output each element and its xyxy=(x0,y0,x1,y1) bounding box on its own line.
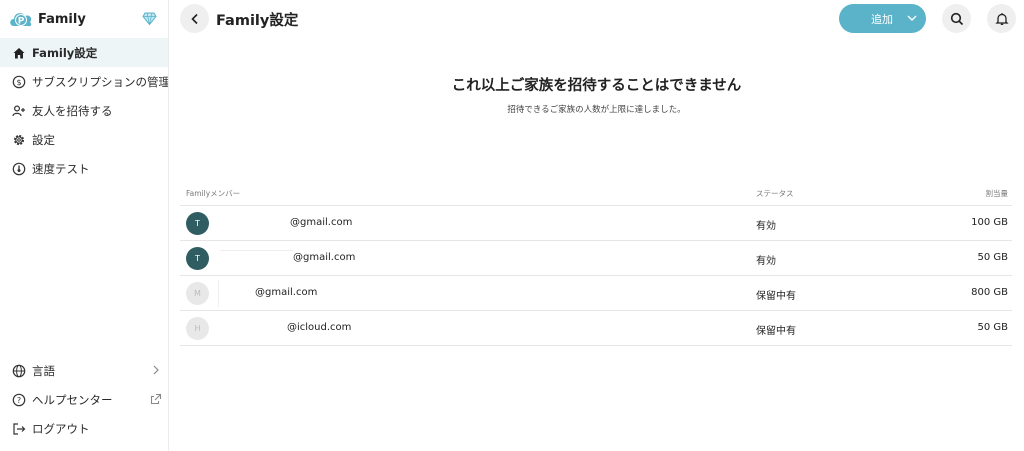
sidebar-item-settings[interactable]: 設定 xyxy=(0,125,168,154)
sidebar-item-label: 友人を招待する xyxy=(32,103,113,118)
avatar: T xyxy=(186,212,209,235)
member-quota: 100 GB xyxy=(971,217,1008,228)
sidebar-item-label: 言語 xyxy=(32,363,55,378)
logo-letter: P xyxy=(18,17,25,27)
avatar: T xyxy=(186,247,209,270)
sidebar-item-label: ヘルプセンター xyxy=(32,392,113,407)
svg-text:?: ? xyxy=(17,396,21,405)
back-button[interactable] xyxy=(180,4,209,33)
page-title: Family設定 xyxy=(216,13,299,29)
column-header-quota: 割当量 xyxy=(985,189,1009,198)
limit-reached-subtitle: 招待できるご家族の人数が上限に達しました。 xyxy=(507,105,686,115)
chevron-left-icon xyxy=(190,13,198,24)
sidebar-item-family-settings[interactable]: Family設定 xyxy=(0,38,168,67)
external-link-icon xyxy=(150,393,162,405)
sidebar-item-language[interactable]: 言語 xyxy=(0,356,168,385)
member-status: 保留中有 xyxy=(756,326,796,337)
globe-icon xyxy=(12,364,26,377)
sidebar-item-help-center[interactable]: ? ヘルプセンター xyxy=(0,385,168,414)
family-members-table: Familyメンバー ステータス 割当量 T @gmail.com 有効 100… xyxy=(180,180,1012,346)
avatar: M xyxy=(186,282,209,305)
sidebar-item-speed-test[interactable]: 速度テスト xyxy=(0,154,168,183)
brand-name: Family xyxy=(38,11,86,27)
bell-icon xyxy=(994,12,1009,25)
member-quota: 800 GB xyxy=(971,287,1008,298)
member-status: 有効 xyxy=(756,221,776,232)
sidebar: P Family Family設定 $ サブスクリプションの管理 友人を招待する… xyxy=(0,0,169,451)
member-quota: 50 GB xyxy=(977,252,1008,263)
sidebar-item-subscription[interactable]: $ サブスクリプションの管理 xyxy=(0,67,168,96)
member-email: @gmail.com xyxy=(290,217,353,228)
redaction-mark xyxy=(220,250,292,251)
limit-reached-title: これ以上ご家族を招待することはできません xyxy=(451,78,742,94)
external-link-icon xyxy=(160,77,168,86)
gear-icon xyxy=(13,134,25,145)
column-header-member: Familyメンバー xyxy=(186,189,241,198)
avatar: H xyxy=(186,317,209,340)
table-row[interactable]: M @gmail.com 保留中有 800 GB xyxy=(180,276,1012,311)
member-email: @gmail.com xyxy=(255,287,318,298)
add-button[interactable]: 追加 xyxy=(839,4,926,33)
member-status: 保留中有 xyxy=(756,291,796,302)
table-row[interactable]: H @icloud.com 保留中有 50 GB xyxy=(180,311,1012,346)
sidebar-item-label: 速度テスト xyxy=(32,161,90,176)
search-icon xyxy=(950,12,963,25)
chevron-right-icon xyxy=(153,365,159,375)
sidebar-item-label: サブスクリプションの管理 xyxy=(32,74,168,89)
column-header-status: ステータス xyxy=(756,189,794,198)
member-quota: 50 GB xyxy=(977,322,1008,333)
table-row[interactable]: T @gmail.com 有効 100 GB xyxy=(180,206,1012,241)
chevron-down-icon xyxy=(907,15,917,21)
sidebar-item-invite-friends[interactable]: 友人を招待する xyxy=(0,96,168,125)
table-header: Familyメンバー ステータス 割当量 xyxy=(180,180,1012,206)
logout-icon xyxy=(13,422,26,435)
sidebar-item-logout[interactable]: ログアウト xyxy=(0,414,168,443)
brand[interactable]: P Family xyxy=(8,8,86,30)
home-icon xyxy=(13,47,25,58)
add-person-icon xyxy=(12,104,25,116)
table-row[interactable]: T @gmail.com 有効 50 GB xyxy=(180,241,1012,276)
sidebar-bottom-nav: 言語 ? ヘルプセンター ログアウト xyxy=(0,356,168,443)
member-status: 有効 xyxy=(756,256,776,267)
header: Family設定 追加 xyxy=(169,0,1024,38)
dollar-icon: $ xyxy=(12,75,26,88)
sidebar-nav: Family設定 $ サブスクリプションの管理 友人を招待する 設定 速度テスト xyxy=(0,38,168,183)
add-button-label: 追加 xyxy=(871,12,893,26)
speedometer-icon xyxy=(12,162,26,175)
search-button[interactable] xyxy=(942,4,971,33)
cloud-logo-icon: P xyxy=(10,13,32,27)
sidebar-item-label: 設定 xyxy=(32,132,55,147)
member-email: @icloud.com xyxy=(287,322,352,333)
help-icon: ? xyxy=(12,393,26,406)
sidebar-item-label: Family設定 xyxy=(32,45,98,60)
diamond-icon[interactable] xyxy=(142,11,157,26)
notification-button[interactable] xyxy=(987,4,1016,33)
redaction-mark xyxy=(218,280,219,307)
member-email: @gmail.com xyxy=(293,252,356,263)
sidebar-item-label: ログアウト xyxy=(32,421,90,436)
svg-text:$: $ xyxy=(16,78,21,87)
